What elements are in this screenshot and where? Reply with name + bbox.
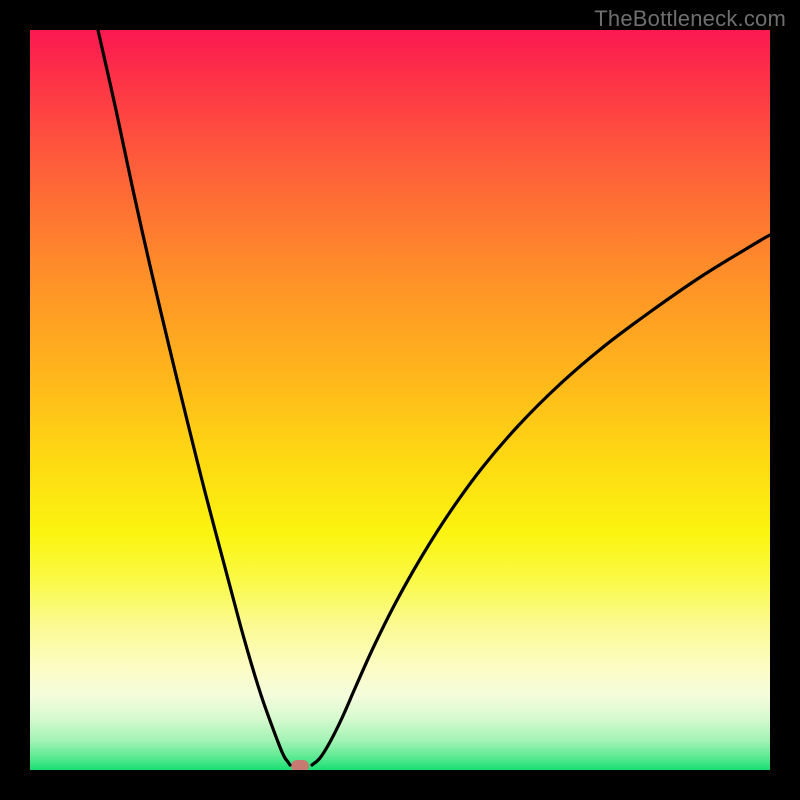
bottleneck-curve [30, 30, 770, 770]
chart-frame: TheBottleneck.com [0, 0, 800, 800]
plot-area [30, 30, 770, 770]
watermark-text: TheBottleneck.com [594, 6, 786, 32]
curve-right-branch [312, 235, 770, 765]
curve-left-branch [98, 30, 290, 765]
